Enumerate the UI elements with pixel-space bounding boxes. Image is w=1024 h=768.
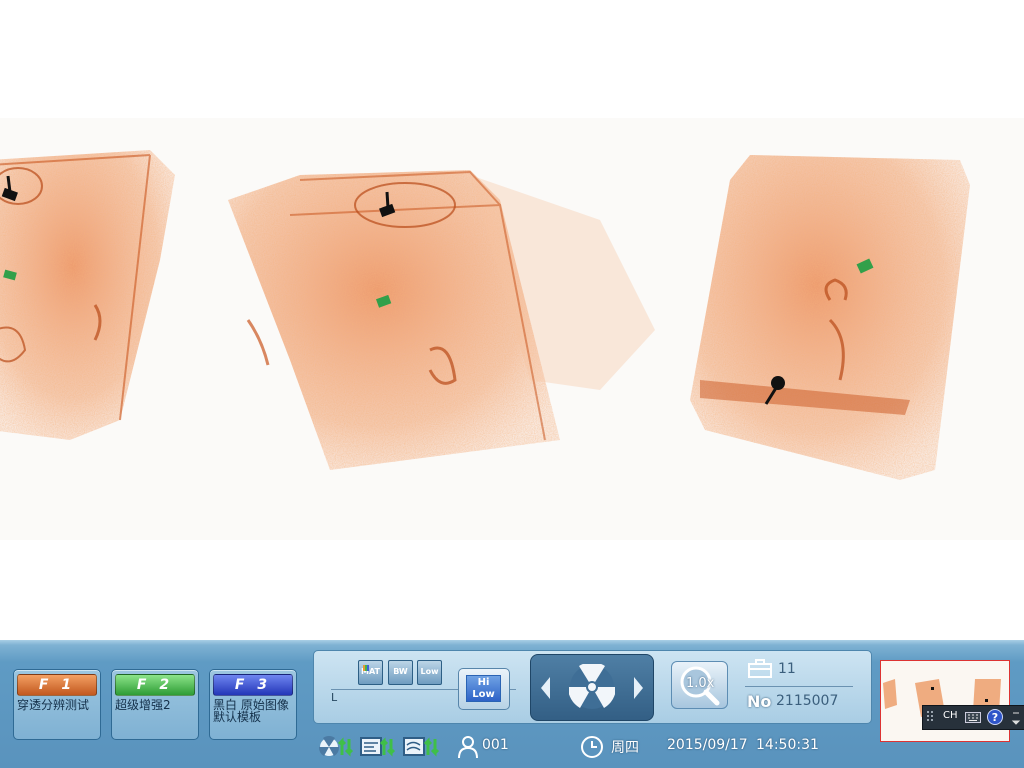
ime-language-bar[interactable]: CH ? <box>922 705 1024 730</box>
xray-scan-image <box>0 0 1024 640</box>
mode-row-label: L <box>331 691 338 704</box>
briefcase-icon <box>748 659 772 678</box>
previous-arrow-icon[interactable] <box>541 677 550 699</box>
mat-color-swatch-icon <box>363 665 369 671</box>
svg-text:?: ? <box>992 711 998 724</box>
clock-icon <box>581 736 603 758</box>
help-icon[interactable]: ? <box>987 709 1003 725</box>
f3-description: 黑白 原始图像 默认模板 <box>213 698 289 724</box>
f1-description: 穿透分辨测试 <box>17 698 90 712</box>
radiation-icon[interactable] <box>569 664 615 710</box>
counter-divider <box>745 686 853 687</box>
zoom-level: 1.0x <box>686 676 715 691</box>
f3-key-label: F 3 <box>213 674 293 696</box>
mode-mat-button[interactable]: MAT <box>358 660 383 685</box>
mode-low-label: Low <box>420 667 439 676</box>
hi-low-icon: Hi Low <box>466 675 501 702</box>
f2-button[interactable]: F 2 超级增强2 <box>111 669 199 740</box>
f2-key-label: F 2 <box>115 674 195 696</box>
serial-no-label: No <box>747 692 772 711</box>
time: 14:50:31 <box>756 737 819 753</box>
imaging-control-panel: MAT BW Low L Hi Low 1.0x 11 No 2115007 <box>313 650 872 724</box>
control-taskbar: F 1 穿透分辨测试 F 2 超级增强2 F 3 黑白 原始图像 默认模板 MA… <box>0 640 1024 768</box>
image-transfer-icon[interactable] <box>360 735 396 759</box>
xray-emission-control <box>530 654 654 721</box>
scanned-bag-3 <box>690 155 970 480</box>
mode-bw-button[interactable]: BW <box>388 660 413 685</box>
zoom-button[interactable]: 1.0x <box>671 661 728 709</box>
bag-count: 11 <box>778 661 796 677</box>
serial-number: 2115007 <box>776 693 839 709</box>
network-transfer-icon[interactable] <box>403 735 441 759</box>
mode-low-button[interactable]: Low <box>417 660 442 685</box>
low-label: Low <box>472 689 495 700</box>
f3-button[interactable]: F 3 黑白 原始图像 默认模板 <box>209 669 297 740</box>
f1-button[interactable]: F 1 穿透分辨测试 <box>13 669 101 740</box>
ime-language[interactable]: CH <box>943 710 958 721</box>
keyboard-icon[interactable] <box>965 712 981 723</box>
next-arrow-icon[interactable] <box>634 677 643 699</box>
hi-low-button[interactable]: Hi Low <box>458 668 510 710</box>
operator-icon <box>458 736 478 759</box>
weekday: 周四 <box>611 740 639 756</box>
ime-grip-icon[interactable] <box>926 710 934 724</box>
operator-id: 001 <box>482 737 509 753</box>
hi-label: Hi <box>477 677 490 688</box>
f1-key-label: F 1 <box>17 674 97 696</box>
f2-description: 超级增强2 <box>115 698 171 712</box>
mode-bw-label: BW <box>393 667 408 676</box>
ime-options-icon[interactable] <box>1011 710 1021 726</box>
date: 2015/09/17 <box>667 737 748 753</box>
radiation-transfer-icon[interactable] <box>318 735 354 759</box>
